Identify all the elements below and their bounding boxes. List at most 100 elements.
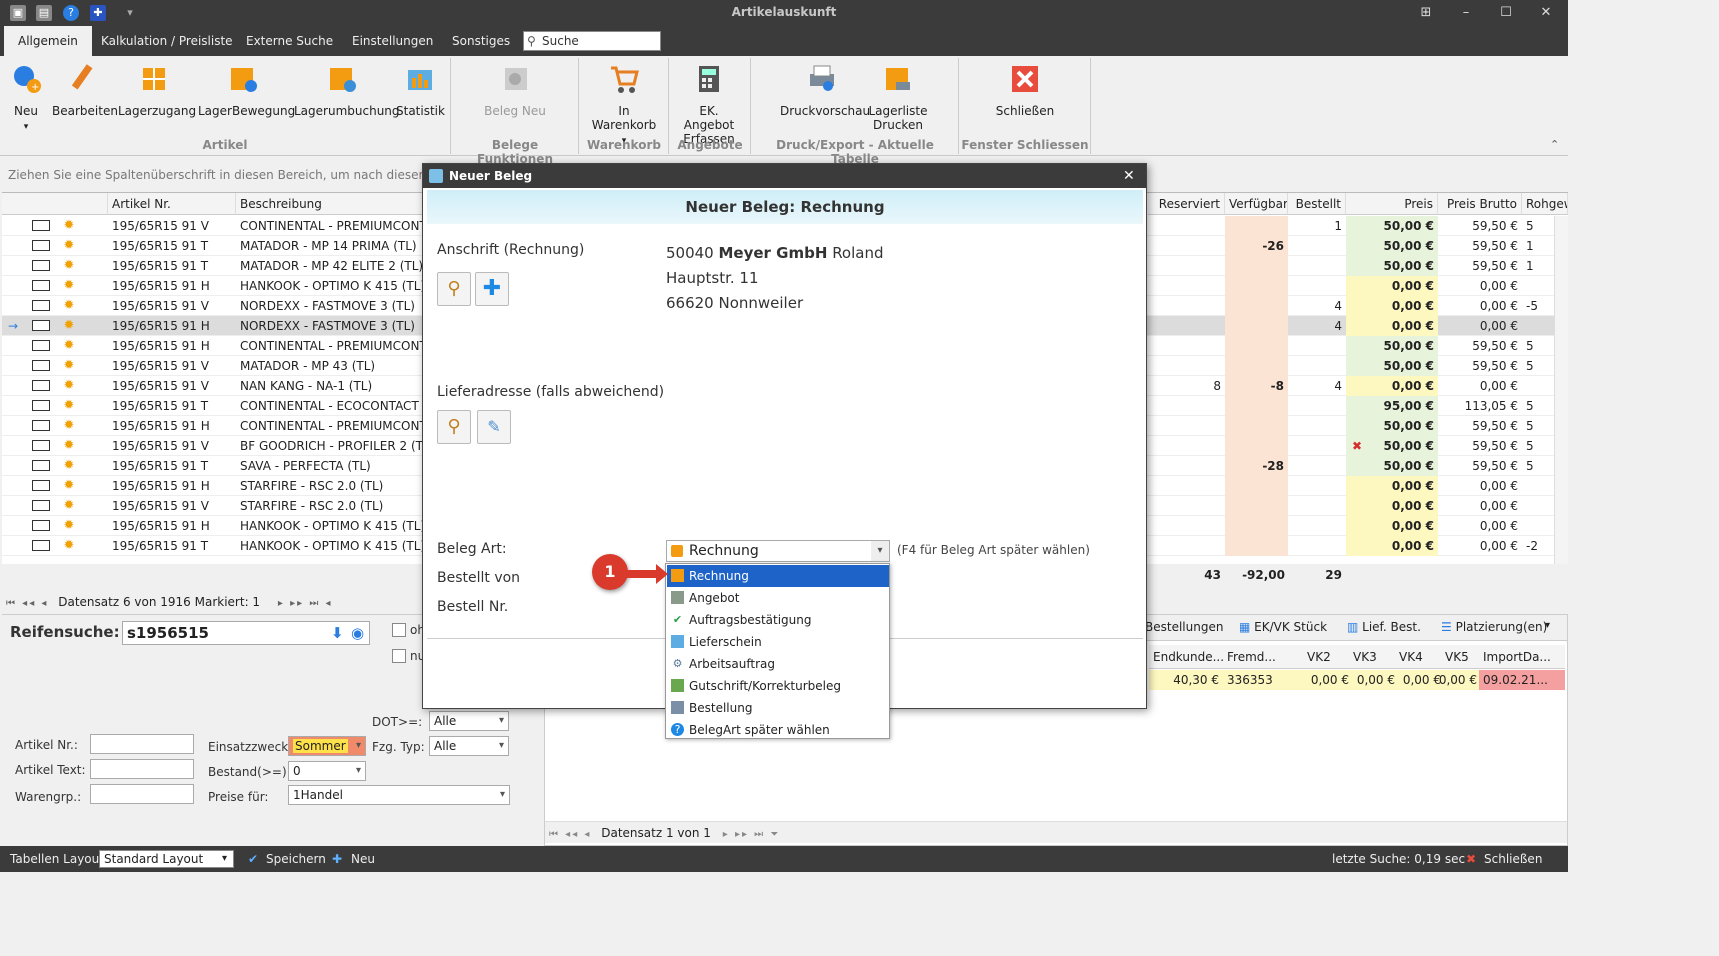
- grid-scrollbar[interactable]: [1554, 216, 1568, 564]
- checkbox-1[interactable]: [392, 623, 406, 637]
- menu-item-spaeter[interactable]: ? BelegArt später wählen: [667, 719, 889, 741]
- layout-select[interactable]: Standard Layout ▾: [99, 850, 234, 868]
- row-checkbox[interactable]: [32, 540, 50, 551]
- col-header-bestellt[interactable]: Bestellt: [1288, 193, 1346, 215]
- row-checkbox[interactable]: [32, 480, 50, 491]
- col-vk5[interactable]: VK5: [1445, 650, 1469, 664]
- chevron-down-icon[interactable]: ▾: [871, 541, 889, 561]
- row-checkbox[interactable]: [32, 420, 50, 431]
- tab-sonstiges[interactable]: Sonstiges: [438, 26, 524, 56]
- cell-rohgewinn: -2: [1526, 539, 1538, 553]
- neu-button[interactable]: + Neu ▾: [6, 60, 46, 134]
- preise-fuer-select[interactable]: 1Handel: [288, 785, 510, 805]
- tab-dropdown-icon[interactable]: ▾: [1545, 620, 1550, 631]
- row-checkbox[interactable]: [32, 320, 50, 331]
- col-header-preis[interactable]: Preis: [1346, 193, 1438, 215]
- nav-next-last-icon[interactable]: ▸ ▸▸ ⏭ ◂: [278, 598, 333, 609]
- tab-lief-best[interactable]: ▥ Lief. Best.: [1347, 620, 1421, 634]
- menu-item-bestellung[interactable]: Bestellung: [667, 697, 889, 719]
- bestand-select[interactable]: 0: [288, 761, 366, 781]
- menu-item-angebot[interactable]: Angebot: [667, 587, 889, 609]
- row-checkbox[interactable]: [32, 240, 50, 251]
- col-header-artikelnr[interactable]: Artikel Nr.: [108, 193, 236, 215]
- col-vk4[interactable]: VK4: [1399, 650, 1423, 664]
- einsatzzweck-select[interactable]: Sommer: [288, 736, 366, 756]
- col-importdatum[interactable]: ImportDa...: [1483, 650, 1551, 664]
- row-checkbox[interactable]: [32, 460, 50, 471]
- ek-angebot-button[interactable]: EK. Angebot Erfassen: [674, 60, 744, 146]
- tab-kalkulation[interactable]: Kalkulation / Preisliste: [87, 26, 247, 56]
- detail-nav-prev-icon[interactable]: ⏮ ◂◂ ◂: [545, 829, 591, 840]
- nav-first-prev-icon[interactable]: ⏮ ◂◂ ◂: [2, 598, 48, 609]
- search-input[interactable]: ⚲ Suche: [523, 31, 661, 51]
- tab-bestellungen[interactable]: Bestellungen: [1145, 620, 1223, 634]
- row-checkbox[interactable]: [32, 360, 50, 371]
- tab-einstellungen[interactable]: Einstellungen: [338, 26, 447, 56]
- lagerumbuchung-button[interactable]: Lagerumbuchung: [294, 60, 400, 118]
- row-checkbox[interactable]: [32, 300, 50, 311]
- col-header-preis-brutto[interactable]: Preis Brutto: [1438, 193, 1522, 215]
- menu-item-auftragsbestaetigung[interactable]: ✔ Auftragsbestätigung: [667, 609, 889, 631]
- dialog-close-button[interactable]: ✕: [1123, 164, 1135, 188]
- row-checkbox[interactable]: [32, 260, 50, 271]
- artikelnr-input[interactable]: [90, 734, 194, 754]
- menu-item-arbeitsauftrag[interactable]: ⚙ Arbeitsauftrag: [667, 653, 889, 675]
- beleg-neu-button[interactable]: Beleg Neu: [480, 60, 550, 118]
- col-vk2[interactable]: VK2: [1307, 650, 1331, 664]
- lagerliste-drucken-button[interactable]: Lagerliste Drucken: [866, 60, 930, 132]
- liefer-edit-button[interactable]: ✎: [477, 410, 511, 444]
- col-vk3[interactable]: VK3: [1353, 650, 1377, 664]
- row-checkbox[interactable]: [32, 340, 50, 351]
- arrow-down-icon[interactable]: ⬇: [331, 622, 344, 644]
- row-checkbox[interactable]: [32, 220, 50, 231]
- belegart-select[interactable]: Rechnung ▾: [666, 540, 890, 562]
- minimize-button[interactable]: –: [1454, 4, 1478, 22]
- dot-select[interactable]: Alle: [429, 711, 509, 731]
- detail-nav-next-icon[interactable]: ▸ ▸▸ ⏭ ⏷: [723, 829, 781, 840]
- new-button[interactable]: Neu: [351, 846, 375, 872]
- menu-item-gutschrift[interactable]: Gutschrift/Korrekturbeleg: [667, 675, 889, 697]
- in-warenkorb-button[interactable]: In Warenkorb ▾: [586, 60, 662, 148]
- lagerbewegung-button[interactable]: LagerBewegung: [198, 60, 295, 118]
- row-checkbox[interactable]: [32, 400, 50, 411]
- druckvorschau-button[interactable]: Druckvorschau: [780, 60, 870, 118]
- menu-item-rechnung[interactable]: Rechnung: [667, 565, 889, 587]
- col-header-verfuegbar[interactable]: Verfügbar: [1225, 193, 1288, 215]
- row-checkbox[interactable]: [32, 500, 50, 511]
- close-window-button[interactable]: ✕: [1534, 4, 1558, 22]
- tab-externe-suche[interactable]: Externe Suche: [232, 26, 347, 56]
- detail-grid-row[interactable]: 40,30 € 336353 0,00 € 0,00 € 0,00 € 0,00…: [1149, 670, 1565, 690]
- tab-platzierung[interactable]: ☰ Platzierung(en): [1441, 620, 1547, 634]
- cell-reserviert: [1148, 216, 1225, 236]
- row-checkbox[interactable]: [32, 380, 50, 391]
- schliessen-button[interactable]: Schließen: [990, 60, 1060, 118]
- restore-layout-icon[interactable]: ⊞: [1414, 4, 1438, 22]
- liefer-search-button[interactable]: ⚲: [437, 410, 471, 444]
- anschrift-search-button[interactable]: ⚲: [437, 272, 471, 306]
- col-header-rohgewinn[interactable]: Rohgew: [1522, 193, 1568, 215]
- statistik-button[interactable]: Statistik: [396, 60, 445, 118]
- tab-ekvk-stueck[interactable]: ▦ EK/VK Stück: [1239, 620, 1327, 634]
- row-checkbox[interactable]: [32, 280, 50, 291]
- status-close-button[interactable]: Schließen: [1484, 846, 1542, 872]
- artikeltext-input[interactable]: [90, 759, 194, 779]
- col-header-reserviert[interactable]: Reserviert: [1148, 193, 1225, 215]
- maximize-button[interactable]: ☐: [1494, 4, 1518, 22]
- globe-icon[interactable]: ◉: [351, 622, 364, 644]
- fzg-typ-select[interactable]: Alle: [429, 736, 509, 756]
- reifensuche-input[interactable]: s1956515 ⬇ ◉: [122, 621, 370, 645]
- col-fremd[interactable]: Fremd...: [1227, 650, 1276, 664]
- menu-item-lieferschein[interactable]: Lieferschein: [667, 631, 889, 653]
- warengrp-input[interactable]: [90, 784, 194, 804]
- tab-allgemein[interactable]: Allgemein: [4, 26, 92, 56]
- col-header-beschreibung[interactable]: Beschreibung: [236, 193, 424, 215]
- row-checkbox[interactable]: [32, 520, 50, 531]
- lagerzugang-button[interactable]: Lagerzugang: [118, 60, 196, 118]
- ribbon-collapse-icon[interactable]: ⌃: [1550, 138, 1559, 151]
- row-checkbox[interactable]: [32, 440, 50, 451]
- bearbeiten-button[interactable]: Bearbeiten: [52, 60, 118, 118]
- checkbox-2[interactable]: [392, 649, 406, 663]
- col-endkunde[interactable]: Endkunde...: [1153, 650, 1224, 664]
- anschrift-add-button[interactable]: ✚: [475, 272, 509, 306]
- save-button[interactable]: Speichern: [266, 846, 326, 872]
